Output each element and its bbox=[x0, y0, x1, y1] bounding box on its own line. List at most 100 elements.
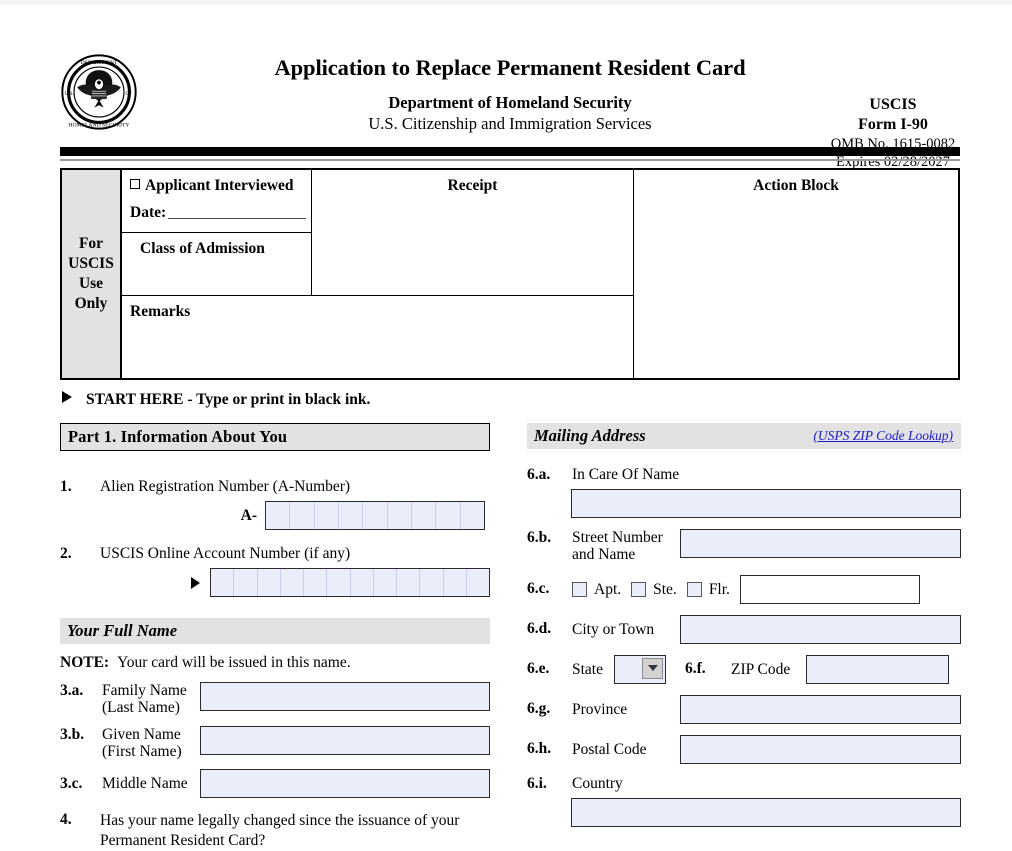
agency-name: Department of Homeland Security bbox=[388, 92, 632, 112]
flr-checkbox[interactable] bbox=[686, 581, 702, 597]
interview-date-input[interactable] bbox=[168, 204, 307, 219]
a-number-input[interactable] bbox=[265, 501, 485, 530]
item-1-number: 1. bbox=[60, 478, 72, 495]
receipt-cell[interactable]: Receipt bbox=[312, 170, 634, 296]
remarks-label: Remarks bbox=[130, 303, 191, 320]
item-3a-row: 3.a. Family Name (Last Name) bbox=[60, 682, 490, 717]
item-6d-number: 6.d. bbox=[527, 620, 552, 638]
item-3b-number: 3.b. bbox=[60, 725, 85, 743]
province-input[interactable] bbox=[680, 694, 961, 724]
ste-checkbox[interactable] bbox=[631, 581, 647, 597]
uscis-use-only-label: For USCIS Use Only bbox=[62, 170, 122, 378]
svg-text:U.S.: U.S. bbox=[65, 92, 74, 97]
item-3b-row: 3.b. Given Name (First Name) bbox=[60, 725, 490, 761]
form-number: Form I-90 bbox=[858, 116, 928, 133]
uscis-account-number-input[interactable] bbox=[210, 568, 490, 597]
item-6i-label: Country bbox=[572, 774, 623, 792]
item-6b-label-line1: Street Number bbox=[572, 529, 663, 546]
your-full-name-title: Your Full Name bbox=[67, 621, 178, 640]
action-block-cell[interactable]: Action Block bbox=[634, 170, 958, 378]
item-6f-number: 6.f. bbox=[685, 660, 706, 678]
state-select[interactable] bbox=[614, 654, 666, 684]
item-6i-number: 6.i. bbox=[527, 774, 547, 792]
apt-ste-flr-number-input[interactable] bbox=[739, 574, 920, 604]
your-full-name-header: Your Full Name bbox=[60, 618, 490, 644]
item-6c-number: 6.c. bbox=[527, 580, 550, 598]
start-here-text: START HERE - Type or print in black ink. bbox=[86, 391, 371, 408]
family-name-input[interactable] bbox=[200, 682, 490, 711]
apt-checkbox[interactable] bbox=[572, 581, 587, 597]
item-6e-6f-row: 6.e. State 6.f. ZIP Code bbox=[527, 654, 961, 684]
street-number-and-name-input[interactable] bbox=[680, 529, 961, 558]
item-6g-number: 6.g. bbox=[527, 700, 551, 718]
item-6b-number: 6.b. bbox=[527, 529, 552, 546]
item-6b-label: Street Number and Name bbox=[572, 529, 680, 564]
item-6a-label: In Care Of Name bbox=[572, 466, 680, 483]
country-input[interactable] bbox=[571, 797, 961, 827]
middle-name-input[interactable] bbox=[200, 769, 490, 799]
item-6h-label: Postal Code bbox=[572, 740, 647, 758]
chevron-down-icon[interactable] bbox=[642, 657, 663, 679]
city-or-town-input[interactable] bbox=[680, 614, 961, 644]
remarks-cell[interactable]: Remarks bbox=[122, 296, 634, 378]
form-header: DEPARTMENT HOMELAND SECURITY U.S. OF App… bbox=[0, 45, 1012, 170]
item-2-number: 2. bbox=[60, 545, 72, 562]
given-name-input[interactable] bbox=[200, 725, 490, 755]
page-title: Application to Replace Permanent Residen… bbox=[274, 55, 746, 80]
label-line-uscis: USCIS bbox=[68, 254, 114, 272]
item-1-label: Alien Registration Number (A-Number) bbox=[100, 478, 351, 495]
item-6g-label: Province bbox=[572, 700, 628, 718]
right-column: Mailing Address (USPS ZIP Code Lookup) 6… bbox=[527, 423, 961, 827]
item-2-label: USCIS Online Account Number (if any) bbox=[100, 545, 351, 562]
start-here-banner: START HERE - Type or print in black ink. bbox=[62, 391, 370, 409]
note-text: Your card will be issued in this name. bbox=[117, 654, 351, 671]
interview-date-row: Date: bbox=[130, 204, 311, 222]
receipt-label: Receipt bbox=[447, 177, 498, 194]
item-6b-row: 6.b. Street Number and Name bbox=[527, 529, 961, 564]
item-3a-label-line2: (Last Name) bbox=[102, 699, 180, 717]
item-1-input-row: A- bbox=[60, 501, 490, 530]
uscis-use-only-box: For USCIS Use Only Applicant Interviewed… bbox=[60, 168, 960, 380]
mailing-address-title: Mailing Address bbox=[534, 426, 646, 445]
applicant-interviewed-checkbox[interactable] bbox=[130, 179, 140, 189]
dhs-seal-icon: DEPARTMENT HOMELAND SECURITY U.S. OF bbox=[60, 53, 138, 131]
item-3a-number: 3.a. bbox=[60, 682, 84, 699]
item-3b-label: Given Name (First Name) bbox=[102, 726, 200, 761]
svg-text:OF: OF bbox=[125, 92, 132, 97]
mailing-address-header: Mailing Address (USPS ZIP Code Lookup) bbox=[527, 423, 961, 449]
label-line-use: Use bbox=[78, 275, 104, 292]
item-1-row: 1. Alien Registration Number (A-Number) bbox=[60, 478, 490, 496]
usps-zip-lookup-link[interactable]: (USPS ZIP Code Lookup) bbox=[813, 428, 953, 444]
item-3a-label-line1: Family Name bbox=[102, 682, 187, 699]
item-3c-row: 3.c. Middle Name bbox=[60, 769, 490, 799]
item-6a-number: 6.a. bbox=[527, 466, 551, 483]
bureau-name: U.S. Citizenship and Immigration Service… bbox=[368, 113, 652, 133]
postal-code-input[interactable] bbox=[680, 734, 961, 764]
svg-text:HOMELAND SECURITY: HOMELAND SECURITY bbox=[69, 122, 130, 128]
form-page: DEPARTMENT HOMELAND SECURITY U.S. OF App… bbox=[0, 5, 1012, 849]
item-4-label: Has your name legally changed since the … bbox=[100, 811, 459, 851]
zip-code-input[interactable] bbox=[806, 654, 949, 684]
flr-label: Flr. bbox=[708, 580, 730, 598]
item-6e-number: 6.e. bbox=[527, 660, 550, 678]
item-6d-row: 6.d. City or Town bbox=[527, 614, 961, 644]
svg-text:DEPARTMENT: DEPARTMENT bbox=[81, 60, 118, 66]
a-number-prefix: A- bbox=[240, 506, 257, 524]
item-6b-label-line2: and Name bbox=[572, 546, 636, 564]
header-divider-thick bbox=[60, 147, 960, 156]
class-of-admission-cell[interactable]: Class of Admission bbox=[122, 233, 312, 296]
applicant-interviewed-row: Applicant Interviewed bbox=[130, 177, 311, 195]
in-care-of-name-input[interactable] bbox=[571, 489, 961, 518]
item-2-row: 2. USCIS Online Account Number (if any) bbox=[60, 545, 490, 563]
item-6a-row: 6.a. In Care Of Name bbox=[527, 466, 961, 484]
triangle-right-icon bbox=[62, 391, 72, 403]
triangle-right-small-icon bbox=[191, 576, 201, 589]
item-4-row: 4. Has your name legally changed since t… bbox=[60, 811, 490, 851]
item-4-label-line2: Permanent Resident Card? bbox=[100, 832, 266, 850]
item-3b-label-line2: (First Name) bbox=[102, 743, 182, 761]
item-2-input-row bbox=[60, 568, 490, 597]
note-prefix: NOTE: bbox=[60, 654, 110, 671]
item-6d-label: City or Town bbox=[572, 620, 655, 638]
interview-date-label: Date: bbox=[130, 204, 167, 221]
item-6h-row: 6.h. Postal Code bbox=[527, 734, 961, 764]
